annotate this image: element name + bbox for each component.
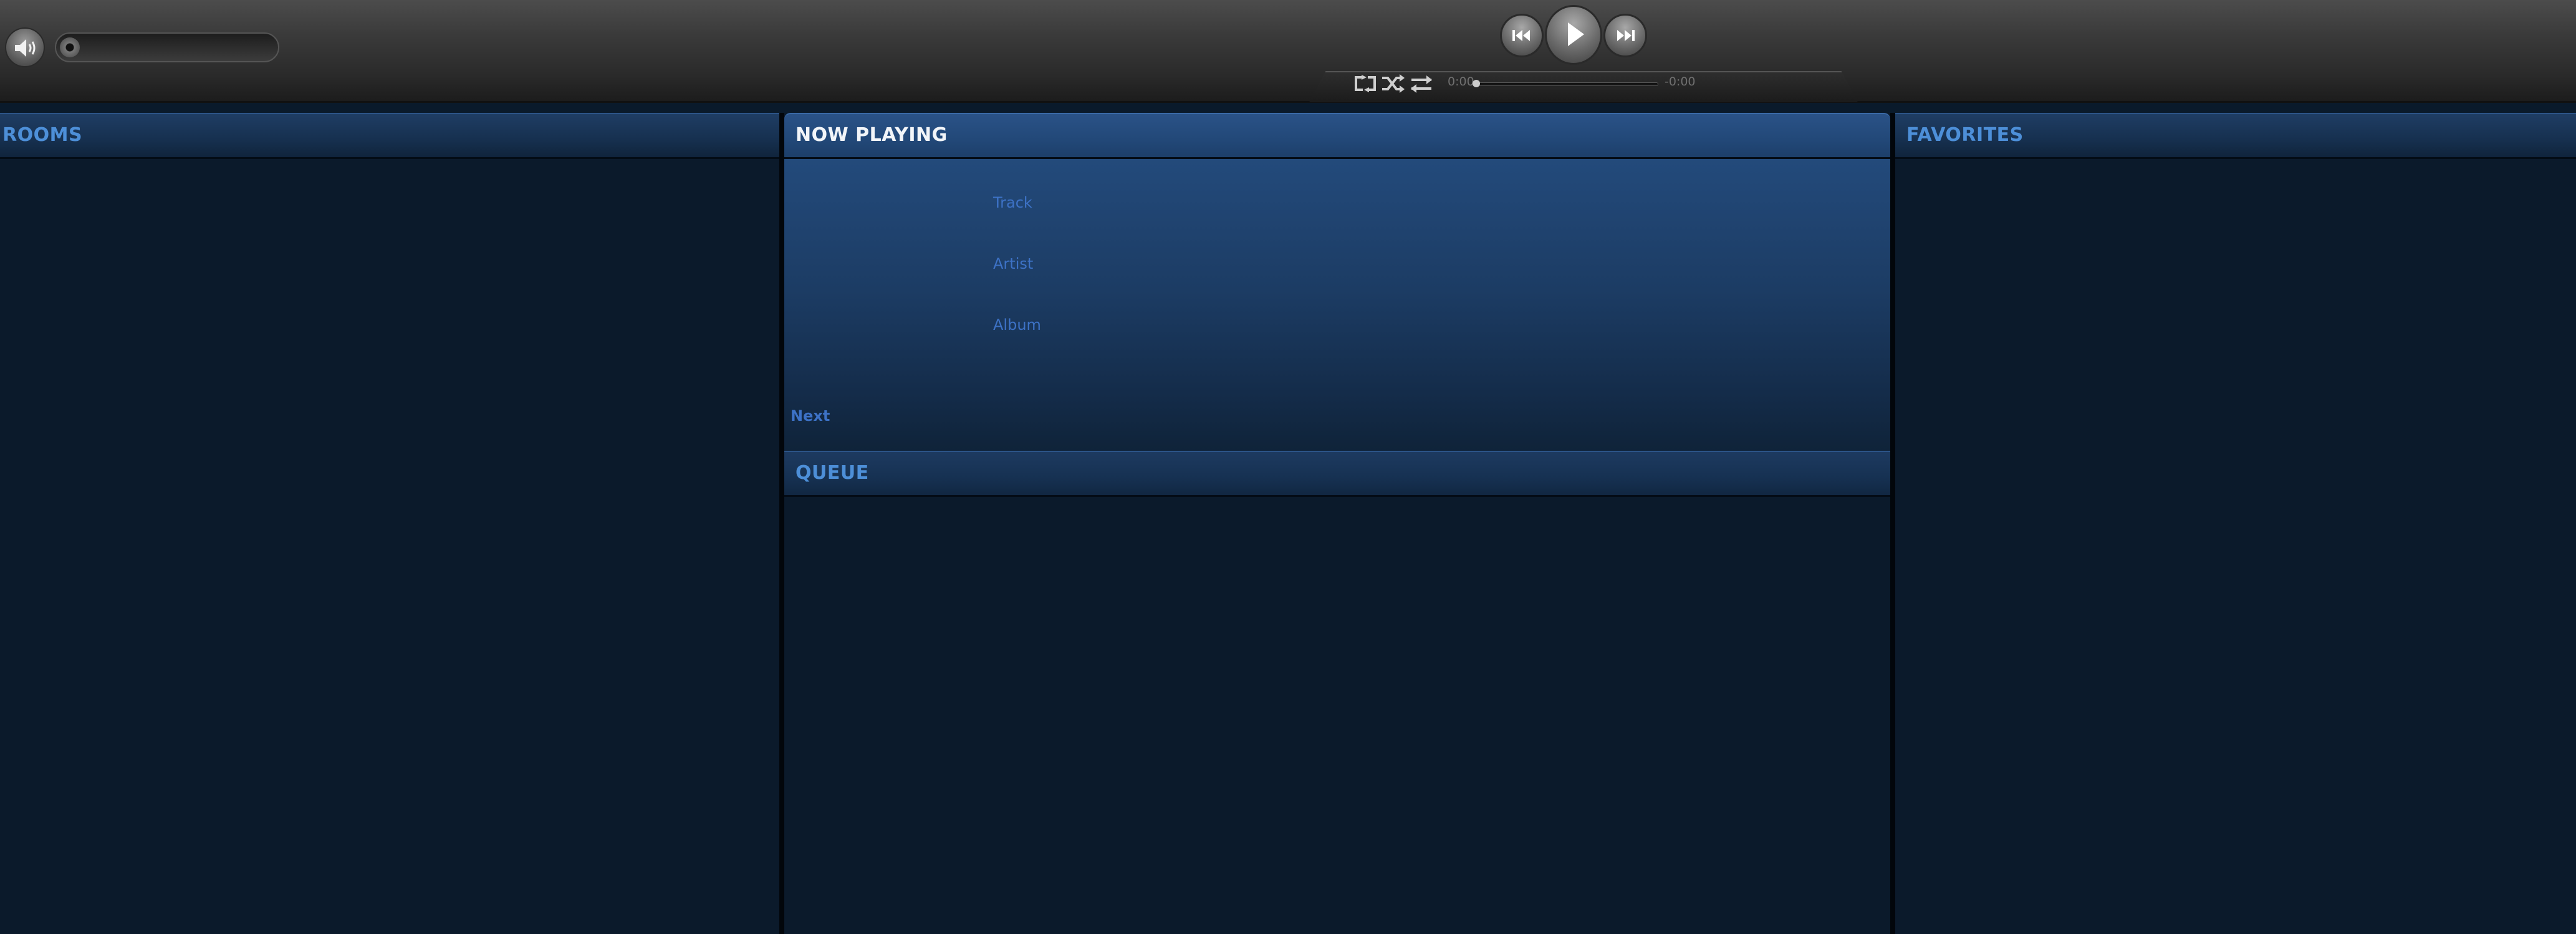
crossfade-icon [1411, 75, 1432, 93]
rooms-header: ROOMS [0, 113, 779, 159]
volume-slider[interactable] [55, 32, 279, 62]
track-title[interactable]: Track [993, 194, 1032, 211]
panel-divider[interactable] [779, 113, 784, 934]
now-playing-panel: Track Artist Album Next [784, 159, 1890, 451]
play-icon [1568, 22, 1584, 46]
favorites-header: FAVORITES [1895, 113, 2576, 159]
shuffle-button[interactable] [1380, 74, 1405, 94]
center-panel: NOW PLAYING Track Artist Album Next QUEU… [784, 113, 1890, 934]
artist-name[interactable]: Artist [993, 255, 1033, 272]
favorites-panel: FAVORITES [1895, 113, 2576, 934]
favorites-title: FAVORITES [1906, 124, 2024, 146]
next-track-button[interactable] [1603, 14, 1647, 57]
panel-divider[interactable] [1890, 113, 1895, 934]
rooms-panel: ROOMS [0, 113, 779, 934]
next-track-label: Next [791, 407, 830, 425]
mute-button[interactable] [5, 27, 45, 67]
queue-title: QUEUE [795, 462, 869, 484]
transport-bar: 0:00 -0:00 [0, 0, 2576, 103]
album-name[interactable]: Album [993, 316, 1041, 334]
volume-slider-thumb[interactable] [60, 37, 80, 57]
repeat-icon [1355, 75, 1376, 92]
rooms-title: ROOMS [2, 124, 83, 146]
now-playing-header: NOW PLAYING [784, 113, 1890, 159]
remaining-time: -0:00 [1665, 75, 1696, 89]
volume-icon [15, 39, 36, 57]
repeat-button[interactable] [1353, 74, 1378, 94]
previous-track-button[interactable] [1500, 14, 1544, 57]
track-progress-bar[interactable] [1475, 82, 1658, 86]
crossfade-button[interactable] [1409, 74, 1434, 94]
shuffle-icon [1382, 74, 1405, 93]
queue-header: QUEUE [784, 451, 1890, 497]
skip-next-icon [1617, 30, 1635, 41]
elapsed-time: 0:00 [1448, 75, 1474, 89]
track-progress-thumb[interactable] [1473, 80, 1480, 87]
skip-previous-icon [1512, 30, 1530, 41]
now-playing-title: NOW PLAYING [795, 124, 948, 146]
play-button[interactable] [1545, 5, 1602, 65]
